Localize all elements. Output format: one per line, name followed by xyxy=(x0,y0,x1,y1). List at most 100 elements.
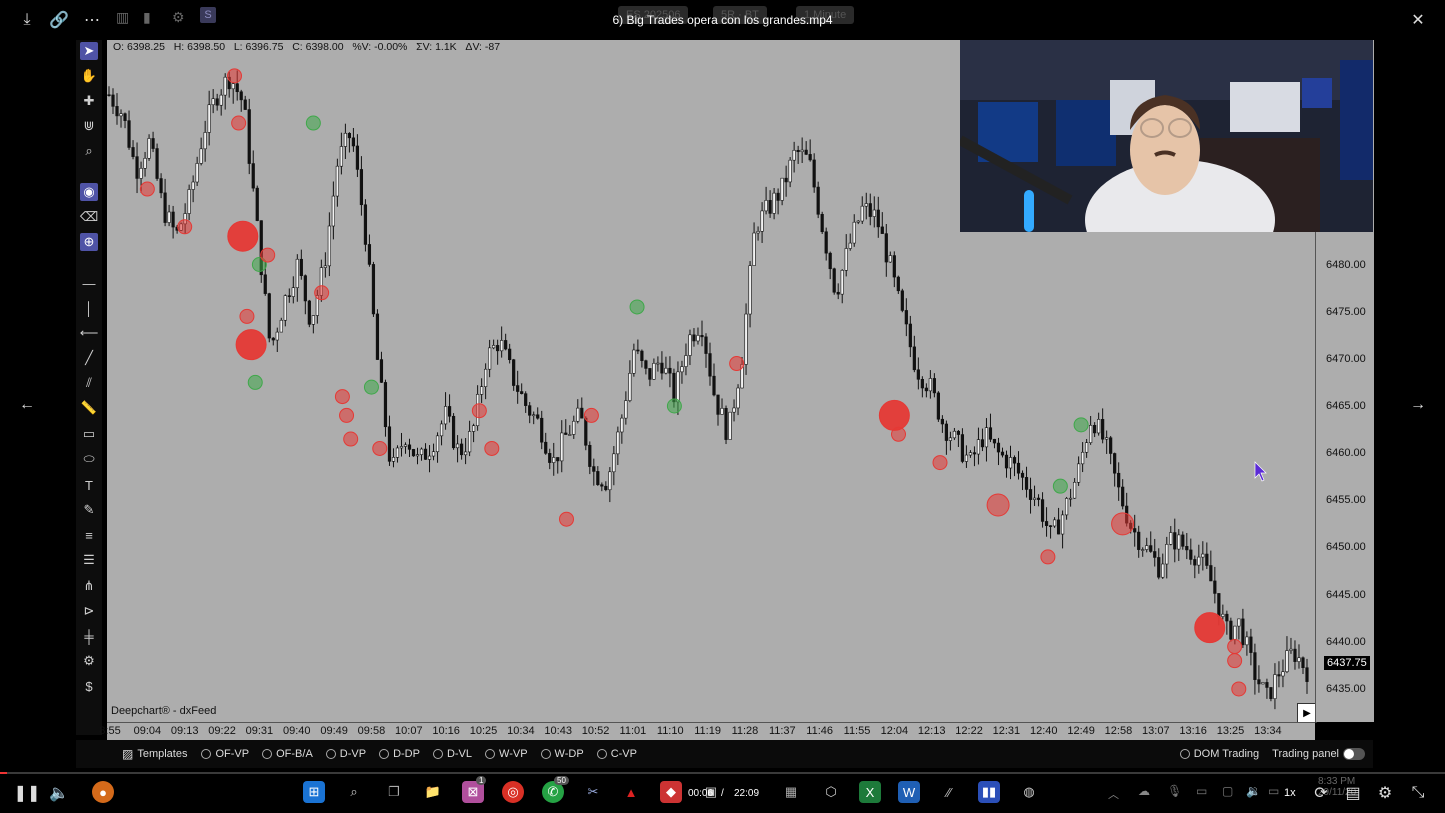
template-option-d-vp[interactable]: D-VP xyxy=(325,748,366,760)
app-red-icon[interactable]: ◆ xyxy=(660,781,682,803)
big-trade-bubble[interactable] xyxy=(235,329,267,361)
brush-tool-icon[interactable]: ✎ xyxy=(80,501,98,519)
big-trade-bubble[interactable] xyxy=(1073,417,1089,433)
app-blue-icon[interactable]: ▮▮ xyxy=(978,781,1000,803)
templates-button[interactable]: ▨ Templates xyxy=(122,747,187,761)
cloud-icon[interactable]: ☁ xyxy=(1138,784,1150,798)
big-trade-bubble[interactable] xyxy=(227,68,242,84)
candles-icon[interactable]: ▥ xyxy=(116,9,129,26)
windows-start-icon[interactable]: ⊞ xyxy=(303,781,325,803)
big-trade-bubble[interactable] xyxy=(1231,681,1247,697)
calculator-icon[interactable]: ▦ xyxy=(780,781,802,803)
network-icon[interactable]: ▢ xyxy=(1222,784,1233,798)
template-option-of-ba[interactable]: OF-B/A xyxy=(262,748,313,760)
hand-tool-icon[interactable]: ✋ xyxy=(80,67,98,85)
range-profile-tool-icon[interactable]: ╪ xyxy=(80,627,98,645)
big-trade-bubble[interactable] xyxy=(583,407,599,423)
speaker-icon[interactable]: 🔉 xyxy=(1246,784,1261,798)
horizontal-line-tool-icon[interactable]: — xyxy=(80,274,98,292)
pitchfork-tool-icon[interactable]: ⋔ xyxy=(80,577,98,595)
chrome-icon[interactable]: ◎ xyxy=(502,781,524,803)
price-settings-tool-icon[interactable]: $ xyxy=(80,677,98,695)
microphone-icon[interactable]: 🎙 xyxy=(1167,784,1182,798)
big-trade-bubble[interactable] xyxy=(334,389,350,405)
channel-tool-icon[interactable]: ⫽ xyxy=(80,374,98,392)
big-trade-bubble[interactable] xyxy=(247,374,263,390)
more-options-icon[interactable]: ⋯ xyxy=(81,9,103,31)
file-explorer-icon[interactable]: 📁 xyxy=(422,781,444,803)
big-trade-bubble[interactable] xyxy=(629,299,645,315)
template-option-of-vp[interactable]: OF-VP xyxy=(201,748,249,760)
search-icon[interactable]: ⌕ xyxy=(343,781,365,803)
next-arrow-icon[interactable]: → xyxy=(1407,394,1429,416)
template-settings-tool-icon[interactable]: ⚙ xyxy=(80,652,98,670)
bars-icon[interactable]: ▮ xyxy=(143,9,151,26)
big-trade-bubble[interactable] xyxy=(1194,612,1226,644)
big-trade-bubble[interactable] xyxy=(471,403,487,419)
big-trade-bubble[interactable] xyxy=(1040,549,1056,565)
dom-trading-option[interactable]: DOM Trading xyxy=(1179,748,1259,760)
big-trade-bubble[interactable] xyxy=(1111,512,1135,536)
fib-tool-icon[interactable]: ≡ xyxy=(80,526,98,544)
tray-chevron-icon[interactable]: ︿ xyxy=(1108,786,1119,802)
template-option-w-vp[interactable]: W-VP xyxy=(485,748,528,760)
link-icon[interactable]: 🔗 xyxy=(48,9,70,31)
volume-profile-tool-icon[interactable]: ⊳ xyxy=(80,602,98,620)
toggle-switch[interactable] xyxy=(1343,748,1365,760)
big-trade-bubble[interactable] xyxy=(559,511,574,527)
big-trade-bubble[interactable] xyxy=(239,308,255,324)
big-trade-bubble[interactable] xyxy=(372,440,388,456)
template-option-d-vl[interactable]: D-VL xyxy=(432,748,472,760)
display-icon[interactable]: ▭ xyxy=(1196,784,1207,798)
time-axis[interactable]: 8:55 09:04 09:13 09:22 09:31 09:40 09:49 09:58 1… xyxy=(99,722,1315,741)
battery-icon[interactable]: ▭ xyxy=(1268,784,1279,798)
big-trade-bubble[interactable] xyxy=(139,181,155,197)
trend-line-tool-icon[interactable]: ╱ xyxy=(80,349,98,367)
app-orange-icon[interactable]: ● xyxy=(92,781,114,803)
volume-icon[interactable]: 🔈 xyxy=(48,782,70,804)
levels-tool-icon[interactable]: ☰ xyxy=(80,551,98,569)
settings-gear-icon[interactable]: ⚙ xyxy=(172,9,185,26)
pointer-tool-icon[interactable]: ➤ xyxy=(80,42,98,60)
ray-tool-icon[interactable]: ⟵ xyxy=(80,324,99,342)
loop-icon[interactable]: ⟳ xyxy=(1310,782,1332,804)
big-trade-bubble[interactable] xyxy=(339,407,355,423)
magnet-tool-icon[interactable]: ⋓ xyxy=(80,117,98,135)
video-progress-track[interactable] xyxy=(0,772,1445,774)
eye-tool-icon[interactable]: ◉ xyxy=(80,183,98,201)
big-trade-bubble[interactable] xyxy=(177,219,193,235)
task-view-icon[interactable]: ❐ xyxy=(383,781,405,803)
subtitles-icon[interactable]: ▤ xyxy=(1342,782,1364,804)
big-trade-bubble[interactable] xyxy=(305,115,321,131)
exit-fullscreen-icon[interactable]: ⤡ xyxy=(1407,782,1429,804)
big-trade-bubble[interactable] xyxy=(484,440,500,456)
big-trade-bubble[interactable] xyxy=(878,399,910,431)
big-trade-bubble[interactable] xyxy=(1227,653,1243,669)
template-option-c-vp[interactable]: C-VP xyxy=(596,748,637,760)
download-icon[interactable]: ⤓ xyxy=(16,9,38,31)
pdf-icon[interactable]: ▲ xyxy=(620,781,642,803)
playback-speed[interactable]: 1x xyxy=(1284,787,1296,799)
crosshair-tool-icon[interactable]: ✚ xyxy=(80,92,98,110)
ellipse-tool-icon[interactable]: ⬭ xyxy=(80,450,98,468)
big-trade-bubble[interactable] xyxy=(227,220,259,252)
snipping-tool-icon[interactable]: ✂ xyxy=(582,781,604,803)
big-trade-bubble[interactable] xyxy=(363,379,379,395)
big-trade-bubble[interactable] xyxy=(343,431,359,447)
magnet-lock-tool-icon[interactable]: ⊕ xyxy=(80,233,98,251)
template-option-w-dp[interactable]: W-DP xyxy=(540,748,584,760)
app-circle-icon[interactable]: ◍ xyxy=(1018,781,1040,803)
scroll-to-latest-button[interactable]: ▶ xyxy=(1297,703,1317,723)
big-trade-bubble[interactable] xyxy=(729,356,745,372)
cube-icon[interactable]: ⬡ xyxy=(820,781,842,803)
trading-panel-switch[interactable]: Trading panel xyxy=(1272,748,1365,760)
big-trade-bubble[interactable] xyxy=(260,247,276,263)
big-trade-bubble[interactable] xyxy=(666,398,682,414)
ruler-tool-icon[interactable]: 📏 xyxy=(80,399,98,417)
eraser-tool-icon[interactable]: ⌫ xyxy=(80,208,98,226)
vertical-line-tool-icon[interactable]: │ xyxy=(80,299,98,317)
big-trade-bubble[interactable] xyxy=(1052,478,1068,494)
settings-icon[interactable]: ⚙ xyxy=(1374,782,1396,804)
big-trade-bubble[interactable] xyxy=(932,455,948,471)
close-icon[interactable]: ✕ xyxy=(1407,9,1429,31)
